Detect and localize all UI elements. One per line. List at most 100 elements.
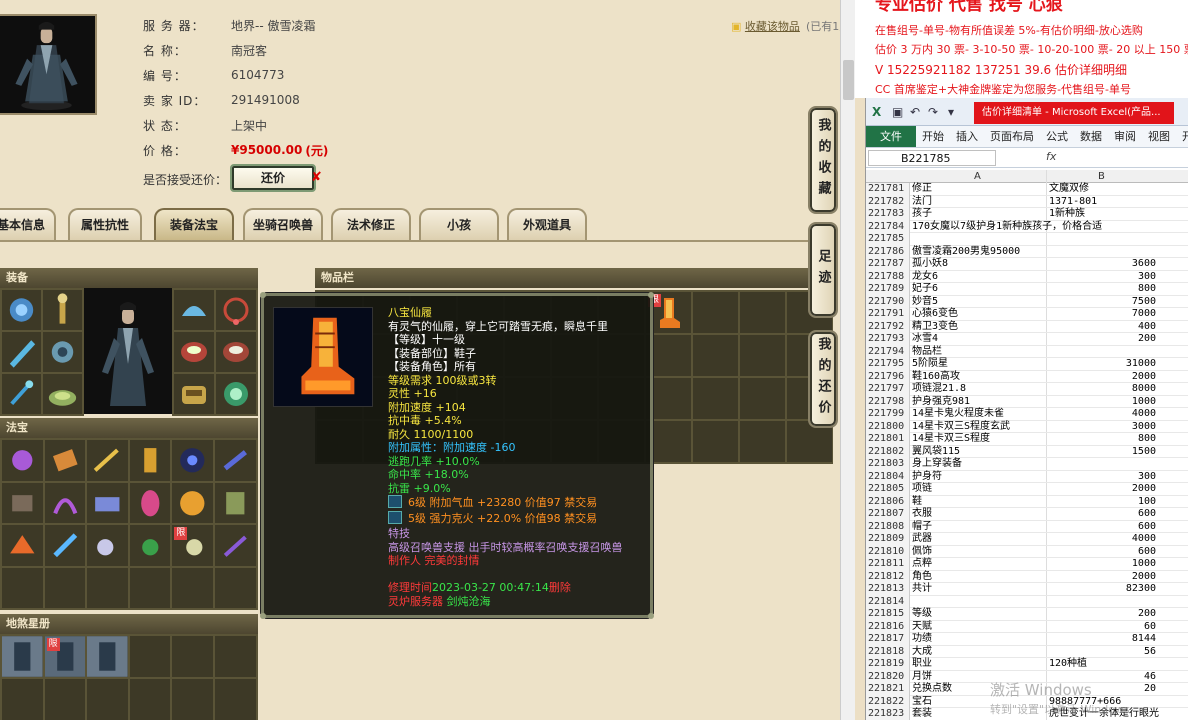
tab-formulas[interactable]: 公式 bbox=[1040, 126, 1074, 147]
star-card-slot[interactable] bbox=[129, 679, 171, 720]
row-number[interactable]: 221815 bbox=[866, 608, 910, 621]
name-box[interactable]: B221785 bbox=[868, 150, 996, 166]
cell-a[interactable]: 物品栏 bbox=[912, 346, 942, 359]
inventory-slot[interactable] bbox=[740, 421, 785, 462]
star-card-slot[interactable] bbox=[172, 636, 213, 677]
cell-a[interactable]: 衣服 bbox=[912, 508, 932, 521]
cell-b[interactable]: 3600 bbox=[1047, 258, 1156, 271]
cell-b[interactable]: 600 bbox=[1047, 521, 1156, 534]
magic-slot[interactable] bbox=[129, 567, 171, 608]
cell-a[interactable]: 妙音5 bbox=[912, 296, 938, 309]
cell-b[interactable]: 7500 bbox=[1047, 296, 1156, 309]
cell-a[interactable]: 傲雪凌霜200男鬼95000 bbox=[912, 246, 1020, 259]
magic-slot[interactable] bbox=[44, 525, 86, 566]
cell-b[interactable]: 8144 bbox=[1047, 633, 1156, 646]
tab-developer[interactable]: 开发工 bbox=[1176, 126, 1188, 147]
star-card-slot[interactable] bbox=[172, 679, 213, 720]
cell-a[interactable]: 孤小妖8 bbox=[912, 258, 948, 271]
column-a-header[interactable]: A bbox=[974, 170, 981, 183]
equip-slot[interactable] bbox=[2, 290, 41, 330]
cell-a[interactable]: 修正 bbox=[912, 183, 932, 196]
cell-b[interactable]: 4000 bbox=[1047, 533, 1156, 546]
cell-a[interactable]: 法门 bbox=[912, 196, 932, 209]
cell-a[interactable]: 大成 bbox=[912, 646, 932, 659]
cell-b[interactable]: 200 bbox=[1047, 608, 1156, 621]
tab-home[interactable]: 开始 bbox=[916, 126, 950, 147]
my-favorites-button[interactable]: 我的收藏 bbox=[808, 106, 838, 214]
row-number[interactable]: 221821 bbox=[866, 683, 910, 696]
magic-slot[interactable] bbox=[2, 567, 43, 608]
tab-page-layout[interactable]: 页面布局 bbox=[984, 126, 1040, 147]
scroll-thumb[interactable] bbox=[843, 60, 854, 100]
undo-icon[interactable]: ↶ bbox=[910, 105, 920, 119]
magic-slot[interactable] bbox=[44, 440, 86, 481]
tab-insert[interactable]: 插入 bbox=[950, 126, 984, 147]
magic-slot[interactable] bbox=[87, 482, 128, 523]
row-number[interactable]: 221781 bbox=[866, 183, 910, 196]
row-number[interactable]: 221789 bbox=[866, 283, 910, 296]
row-number[interactable]: 221799 bbox=[866, 408, 910, 421]
cell-b[interactable]: 60 bbox=[1047, 621, 1156, 634]
tab-equipment[interactable]: 装备法宝 bbox=[154, 208, 234, 240]
star-card-slot[interactable] bbox=[44, 679, 86, 720]
magic-slot[interactable] bbox=[2, 440, 43, 481]
cell-b[interactable]: 120种植 bbox=[1047, 658, 1156, 671]
magic-slot[interactable] bbox=[214, 567, 256, 608]
row-number[interactable]: 221808 bbox=[866, 520, 910, 533]
row-number[interactable]: 221812 bbox=[866, 570, 910, 583]
row-number[interactable]: 221806 bbox=[866, 495, 910, 508]
cell-a[interactable]: 月饼 bbox=[912, 671, 932, 684]
tab-attributes[interactable]: 属性抗性 bbox=[68, 208, 142, 240]
cell-b[interactable]: 600 bbox=[1047, 546, 1156, 559]
cell-a[interactable]: 共计 bbox=[912, 583, 932, 596]
equip-slot[interactable] bbox=[216, 290, 256, 330]
cell-a[interactable]: 14星卡双三S程度玄武 bbox=[912, 421, 1010, 434]
inventory-slot[interactable] bbox=[693, 421, 738, 462]
star-card-slot[interactable] bbox=[214, 636, 256, 677]
cell-a[interactable]: 武器 bbox=[912, 533, 932, 546]
cell-a[interactable]: 护身符 bbox=[912, 471, 942, 484]
cell-b[interactable]: 400 bbox=[1047, 321, 1156, 334]
cell-a[interactable]: 心猿6变色 bbox=[912, 308, 958, 321]
magic-slot[interactable] bbox=[87, 567, 128, 608]
star-card-slot[interactable] bbox=[87, 679, 128, 720]
row-number[interactable]: 221816 bbox=[866, 620, 910, 633]
row-number[interactable]: 221810 bbox=[866, 545, 910, 558]
my-bargain-button[interactable]: 我的还价 bbox=[808, 330, 838, 428]
row-number[interactable]: 221819 bbox=[866, 658, 910, 671]
cell-b[interactable]: 82300 bbox=[1047, 583, 1156, 596]
cell-a[interactable]: 翼风袋115 bbox=[912, 446, 960, 459]
redo-icon[interactable]: ↷ bbox=[928, 105, 938, 119]
fx-icon[interactable]: fx bbox=[1046, 150, 1056, 163]
row-number[interactable]: 221787 bbox=[866, 258, 910, 271]
row-number[interactable]: 221796 bbox=[866, 370, 910, 383]
row-number[interactable]: 221822 bbox=[866, 695, 910, 708]
magic-slot[interactable] bbox=[172, 440, 213, 481]
cell-a[interactable]: 身上穿装备 bbox=[912, 458, 962, 471]
row-number[interactable]: 221790 bbox=[866, 295, 910, 308]
magic-slot[interactable] bbox=[87, 440, 128, 481]
row-number[interactable]: 221797 bbox=[866, 383, 910, 396]
equip-slot[interactable] bbox=[174, 332, 214, 372]
row-number[interactable]: 221803 bbox=[866, 458, 910, 471]
cell-a[interactable]: 职业 bbox=[912, 658, 932, 671]
magic-slot[interactable] bbox=[172, 482, 213, 523]
cell-b[interactable]: 1500 bbox=[1047, 446, 1156, 459]
row-number[interactable]: 221809 bbox=[866, 533, 910, 546]
footprint-button[interactable]: 足迹 bbox=[808, 222, 838, 318]
row-number[interactable]: 221804 bbox=[866, 470, 910, 483]
tab-view[interactable]: 视图 bbox=[1142, 126, 1176, 147]
row-number[interactable]: 221784 bbox=[866, 220, 910, 233]
tab-file[interactable]: 文件 bbox=[866, 126, 916, 147]
cell-a[interactable]: 功绩 bbox=[912, 633, 932, 646]
cell-a[interactable]: 项链 bbox=[912, 483, 932, 496]
cell-b[interactable]: 31000 bbox=[1047, 358, 1156, 371]
cell-b[interactable]: 3000 bbox=[1047, 421, 1156, 434]
inventory-slot[interactable] bbox=[693, 335, 738, 376]
row-number[interactable]: 221792 bbox=[866, 320, 910, 333]
cell-a[interactable]: 护身强克981 bbox=[912, 396, 970, 409]
column-b-header[interactable]: B bbox=[1098, 170, 1105, 183]
magic-slot[interactable] bbox=[44, 482, 86, 523]
magic-slot[interactable]: 限 bbox=[172, 525, 213, 566]
row-number[interactable]: 221798 bbox=[866, 395, 910, 408]
